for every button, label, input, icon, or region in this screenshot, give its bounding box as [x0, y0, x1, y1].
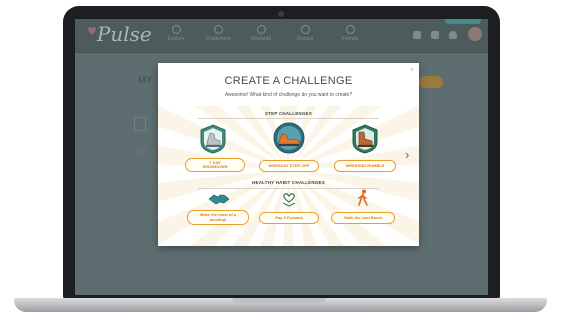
create-button[interactable] — [419, 76, 443, 88]
walk-the-last-block-button[interactable]: Walk the Last Block — [331, 212, 395, 224]
trophy-icon — [213, 25, 223, 34]
nav-label: Rewards — [251, 36, 271, 42]
challenge-label: Make the most of a meeting! — [199, 212, 236, 222]
weekday-step-off-button[interactable]: WEEKDAY STEP-OFF — [259, 160, 319, 172]
sneaker-badge-icon[interactable] — [273, 122, 305, 154]
modal-title: CREATE A CHALLENGE — [224, 75, 353, 87]
heart-icon: ♥ — [87, 25, 97, 38]
weekend-rumble-button[interactable]: WEEKEND RUMBLE — [334, 160, 396, 172]
laptop-notch — [232, 298, 326, 303]
walking-person-icon[interactable] — [356, 189, 370, 207]
challenge-label: WEEKDAY STEP-OFF — [268, 162, 310, 168]
app-header: ♥Pulse Explore Challenges Rewards Groups… — [75, 19, 488, 53]
nav-label: Challenges — [205, 36, 231, 42]
boot-badge-icon[interactable] — [350, 124, 380, 154]
divider — [198, 118, 379, 119]
challenge-label: Walk the Last Block — [344, 214, 382, 220]
nav-label: Explore — [167, 36, 185, 42]
laptop-bezel: ♥Pulse Explore Challenges Rewards Groups… — [63, 6, 500, 300]
chevron-left-icon[interactable]: ‹ — [152, 147, 156, 162]
create-challenge-modal: × CREATE A CHALLENGE Awesome! What kind … — [158, 63, 419, 246]
camera-icon — [278, 11, 284, 17]
heart-hand-icon[interactable] — [280, 190, 298, 208]
modal-subtitle: Awesome! What kind of challenge do you w… — [224, 92, 353, 98]
avatar[interactable] — [468, 27, 482, 41]
divider — [198, 188, 379, 189]
nav-item-explore[interactable]: Explore — [158, 25, 194, 42]
logo-text: Pulse — [96, 22, 152, 46]
app-logo[interactable]: ♥Pulse — [87, 22, 152, 46]
nav-label: Groups — [296, 36, 314, 42]
pay-it-forward-button[interactable]: Pay it Forward — [259, 212, 319, 224]
make-the-most-of-a-meeting-button[interactable]: Make the most of a meeting! — [187, 210, 249, 225]
nav-item-rewards[interactable]: Rewards — [243, 25, 279, 42]
phone-icon: ☏ — [135, 147, 147, 157]
nav-item-friends[interactable]: Friends — [332, 25, 368, 42]
chevron-right-icon[interactable]: › — [405, 147, 409, 162]
top-action-button[interactable] — [445, 19, 481, 24]
compass-icon — [171, 25, 181, 34]
shoe-badge-icon[interactable] — [198, 124, 228, 154]
seven-day-showdown-button[interactable]: 7 DAY SHOWDOWN — [185, 158, 245, 172]
gift-icon — [256, 25, 266, 34]
people-icon — [300, 25, 310, 34]
step-challenges-heading: STEP CHALLENGES — [265, 111, 312, 116]
close-icon[interactable]: × — [410, 67, 414, 74]
nav-label: Friends — [341, 36, 359, 42]
diamond-icon[interactable] — [413, 31, 421, 39]
healthy-habit-challenges-heading: HEALTHY HABIT CHALLENGES — [252, 180, 325, 185]
page-title: MY — [138, 75, 153, 85]
grid-icon[interactable] — [431, 31, 439, 39]
handshake-icon[interactable] — [208, 191, 230, 207]
bell-icon[interactable] — [449, 31, 457, 39]
laptop-mockup: ♥Pulse Explore Challenges Rewards Groups… — [0, 0, 561, 320]
challenge-label: WEEKEND RUMBLE — [345, 162, 385, 168]
challenge-label: 7 DAY SHOWDOWN — [202, 159, 228, 169]
laptop-screen: ♥Pulse Explore Challenges Rewards Groups… — [75, 19, 488, 295]
nav-item-groups[interactable]: Groups — [287, 25, 323, 42]
calendar-icon — [134, 117, 146, 131]
nav-item-challenges[interactable]: Challenges — [200, 25, 236, 42]
friends-icon — [345, 25, 355, 34]
challenge-label: Pay it Forward — [275, 214, 303, 220]
